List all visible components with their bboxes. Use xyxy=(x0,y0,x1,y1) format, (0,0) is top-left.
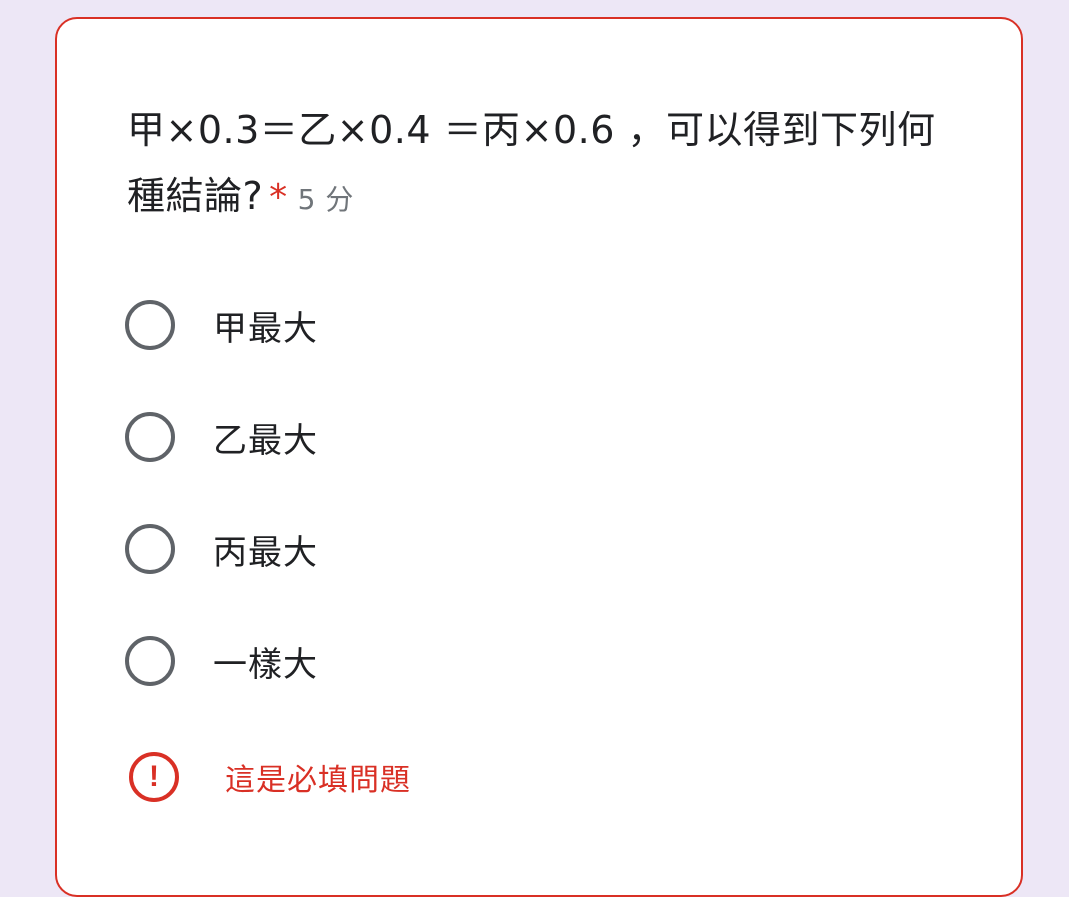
option-label: 丙最大 xyxy=(213,532,318,573)
option-jia[interactable]: 甲最大 xyxy=(125,295,318,355)
radio-button[interactable] xyxy=(125,524,175,574)
question-points: 5 分 xyxy=(297,183,354,216)
option-equal[interactable]: 一樣大 xyxy=(125,631,318,691)
question-title: 甲×0.3＝乙×0.4 ＝丙×0.6 ，可以得到下列何種結論? * 5 分 xyxy=(127,97,967,233)
error-message: 這是必填問題 xyxy=(225,763,411,798)
radio-button[interactable] xyxy=(125,300,175,350)
option-bing[interactable]: 丙最大 xyxy=(125,519,318,579)
required-error: ! 這是必填問題 xyxy=(129,747,411,807)
required-marker: * xyxy=(269,177,288,218)
question-card: 甲×0.3＝乙×0.4 ＝丙×0.6 ，可以得到下列何種結論? * 5 分 甲最大 … xyxy=(55,17,1023,897)
option-label: 甲最大 xyxy=(213,308,318,349)
exclamation-circle-icon: ! xyxy=(129,752,179,802)
option-label: 乙最大 xyxy=(213,420,318,461)
option-label: 一樣大 xyxy=(213,644,318,685)
radio-button[interactable] xyxy=(125,412,175,462)
radio-button[interactable] xyxy=(125,636,175,686)
option-yi[interactable]: 乙最大 xyxy=(125,407,318,467)
question-text: 甲×0.3＝乙×0.4 ＝丙×0.6 ，可以得到下列何種結論? xyxy=(127,108,936,218)
